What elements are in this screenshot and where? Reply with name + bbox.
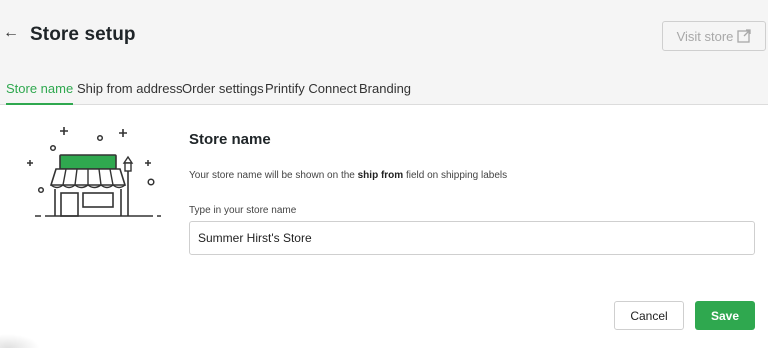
store-name-description: Your store name will be shown on the shi… bbox=[189, 170, 508, 181]
corner-shadow bbox=[0, 334, 40, 348]
tab-branding[interactable]: Branding bbox=[359, 81, 411, 103]
tab-store-name[interactable]: Store name bbox=[6, 81, 74, 105]
storefront-icon bbox=[27, 127, 161, 217]
page-title: Store setup bbox=[30, 24, 136, 45]
tab-order-settings[interactable]: Order settings bbox=[182, 81, 264, 103]
store-name-input[interactable] bbox=[189, 221, 755, 255]
external-link-icon bbox=[737, 29, 752, 43]
store-name-panel: Store name Your store name will be shown… bbox=[0, 105, 768, 348]
arrow-left-icon[interactable]: ← bbox=[2, 24, 20, 42]
tab-printify-connect[interactable]: Printify Connect bbox=[265, 81, 357, 103]
cancel-button[interactable]: Cancel bbox=[614, 301, 684, 330]
tab-bar: Store name Ship from address Order setti… bbox=[0, 74, 768, 105]
store-name-field-label: Type in your store name bbox=[189, 205, 297, 216]
tab-ship-from-address[interactable]: Ship from address bbox=[77, 81, 183, 103]
section-title: Store name bbox=[189, 131, 271, 148]
save-button[interactable]: Save bbox=[695, 301, 755, 330]
visit-store-button[interactable]: Visit store bbox=[662, 21, 766, 51]
visit-store-label: Visit store bbox=[676, 28, 734, 44]
page-header: ← Store setup Visit store bbox=[0, 0, 768, 74]
